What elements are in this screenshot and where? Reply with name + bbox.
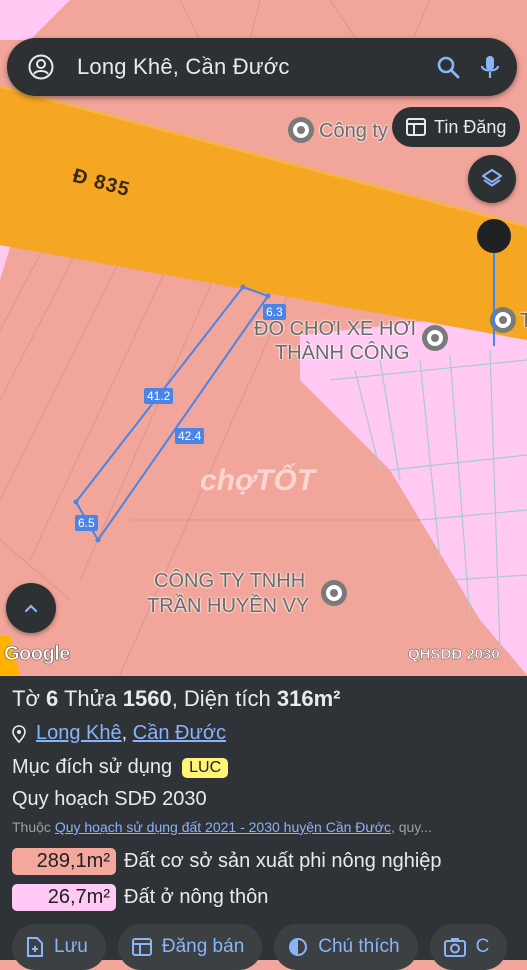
dimension-label: 6.5 [75, 515, 98, 531]
google-logo: Google [4, 643, 71, 666]
opacity-slider-handle[interactable] [477, 219, 511, 253]
poi-label-tranhuyenvy-line1[interactable]: CÔNG TY TNHH [154, 570, 305, 593]
opacity-slider-track[interactable] [493, 250, 495, 346]
layer-label: QHSDĐ 2030 [408, 646, 500, 663]
microphone-icon[interactable] [477, 54, 503, 80]
listings-chip-label: Tin Đăng [434, 116, 507, 137]
dimension-label: 41.2 [144, 388, 174, 404]
place-pin-icon[interactable] [286, 115, 316, 145]
zone-label: Đất ở nông thôn [124, 886, 269, 908]
camera-button[interactable]: C [429, 924, 508, 970]
search-bar[interactable]: Long Khê, Cần Đước [7, 38, 517, 96]
account-icon[interactable] [27, 53, 55, 81]
zone-area: 26,7m² [12, 884, 116, 911]
search-icon[interactable] [435, 54, 461, 80]
dimension-label: 42.4 [175, 428, 205, 444]
zone-area: 289,1m² [12, 848, 116, 875]
poi-label-edge: T [520, 310, 527, 332]
watermark: chợTỐT [200, 464, 316, 497]
poi-label-toy-line1[interactable]: ĐỒ CHƠI XE HƠI [254, 318, 416, 341]
plan-title: Quy hoạch SDĐ 2030 [12, 788, 207, 810]
parcel-location: Long Khê, Cần Đước [12, 722, 226, 745]
post-sale-button[interactable]: Đăng bán [117, 924, 263, 970]
poi-label-tranhuyenvy-line2[interactable]: TRẦN HUYỀN VY [147, 595, 309, 618]
ward-link[interactable]: Long Khê [36, 722, 122, 745]
camera-icon [443, 938, 466, 957]
zone-label: Đất cơ sở sản xuất phi nông nghiệp [124, 850, 442, 872]
location-pin-icon [12, 724, 26, 743]
plan-source: Thuộc Quy hoạch sử dụng đất 2021 - 2030 … [12, 819, 432, 835]
plan-source-link[interactable]: Quy hoạch sử dụng đất 2021 - 2030 huyện … [55, 819, 391, 835]
save-button[interactable]: Lưu [12, 924, 106, 970]
listings-chip[interactable]: Tin Đăng [392, 107, 521, 147]
parcel-info-panel: Tờ 6 Thửa 1560, Diện tích 316m² Long Khê… [0, 676, 527, 970]
poi-label-toy-line2[interactable]: THÀNH CÔNG [275, 342, 409, 365]
legend-button[interactable]: Chú thích [274, 924, 418, 970]
map-view[interactable]: Đ 835 Công ty ĐỒ CHƠI XE HƠI THÀNH CÔNG … [0, 0, 527, 675]
search-input[interactable]: Long Khê, Cần Đước [77, 54, 419, 80]
expand-panel-button[interactable] [6, 583, 56, 633]
action-bar: Lưu Đăng bán Chú thích C [12, 924, 508, 970]
parcel-title: Tờ 6 Thửa 1560, Diện tích 316m² [12, 686, 341, 711]
dimension-label: 6.3 [263, 304, 286, 320]
district-link[interactable]: Cần Đước [133, 722, 226, 745]
layers-button[interactable] [468, 155, 516, 203]
zone-row: 26,7m² Đất ở nông thôn [12, 884, 268, 911]
chevron-up-icon [24, 604, 38, 613]
place-pin-icon[interactable] [319, 578, 349, 608]
poi-label-company[interactable]: Công ty [319, 120, 388, 143]
listing-icon [131, 938, 152, 956]
land-use-purpose: Mục đích sử dụng LUC [12, 756, 229, 779]
zone-row: 289,1m² Đất cơ sở sản xuất phi nông nghi… [12, 848, 442, 875]
purpose-badge: LUC [182, 757, 229, 778]
place-pin-icon[interactable] [420, 323, 450, 353]
contrast-icon [289, 938, 308, 956]
listing-icon [406, 118, 426, 136]
layers-icon [482, 169, 502, 187]
save-document-icon [27, 937, 43, 957]
